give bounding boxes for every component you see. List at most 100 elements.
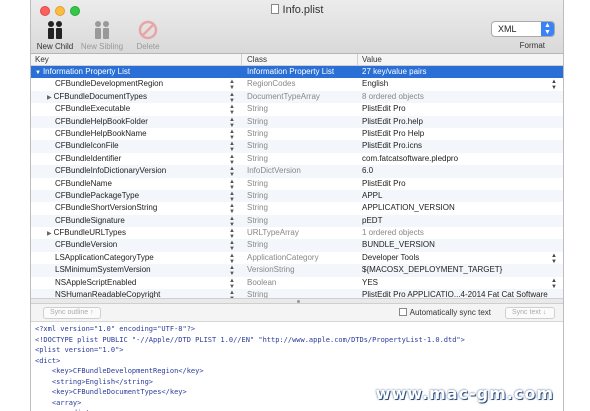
class-stepper-icon[interactable]: ▲▼ bbox=[229, 202, 235, 215]
class-stepper-icon[interactable]: ▲▼ bbox=[229, 178, 235, 191]
row-key[interactable]: ▶ CFBundleDocumentTypes bbox=[35, 91, 235, 104]
column-key-header[interactable]: Key bbox=[35, 55, 49, 64]
table-row[interactable]: CFBundleExecutable ▲ ▼ String PlistEdit Pro bbox=[31, 103, 563, 116]
table-row[interactable]: CFBundleInfoDictionaryVersion ▲ ▼ InfoDictV… bbox=[31, 165, 563, 178]
class-stepper-icon[interactable]: ▲▼ bbox=[229, 78, 235, 91]
row-key[interactable]: ▼ Information Property List bbox=[35, 66, 235, 79]
row-class[interactable]: Boolean bbox=[247, 277, 357, 289]
table-row[interactable]: NSHumanReadableCopyright ▲▼ String PlistEdi… bbox=[31, 289, 563, 298]
table-row[interactable]: CFBundleHelpBookFolder ▲ ▼ String PlistEdit … bbox=[31, 115, 563, 129]
table-row[interactable]: CFBundleShortVersionString ▲ ▼ String APPLIC… bbox=[31, 202, 563, 215]
table-row[interactable]: ▼ Information Property List Information Pr… bbox=[31, 66, 563, 79]
class-stepper-icon[interactable]: ▲▼ bbox=[229, 91, 235, 104]
disclosure-open-icon[interactable]: ▼ bbox=[35, 70, 41, 76]
auto-sync-checkbox[interactable]: Automatically sync text bbox=[398, 308, 491, 317]
new-sibling-button[interactable]: New Sibling bbox=[78, 20, 126, 51]
row-value[interactable]: PlistEdit Pro APPLICATIO...4-2014 Fat Ca… bbox=[362, 289, 562, 298]
row-class[interactable]: URLTypeArray bbox=[247, 227, 357, 239]
row-key[interactable]: CFBundleSignature bbox=[35, 215, 235, 227]
row-class[interactable]: RegionCodes bbox=[247, 78, 357, 90]
value-popup-icon[interactable]: ▲ ▼ bbox=[551, 252, 557, 265]
table-row[interactable]: LSMinimumSystemVersion ▲ ▼ VersionString ${M… bbox=[31, 264, 563, 277]
row-value[interactable]: com.fatcatsoftware.pledpro bbox=[362, 153, 562, 165]
class-stepper-icon[interactable]: ▲▼ bbox=[229, 103, 235, 116]
row-key[interactable]: CFBundleVersion bbox=[35, 239, 235, 251]
row-class[interactable]: String bbox=[247, 178, 357, 190]
row-class[interactable]: String bbox=[247, 289, 357, 298]
class-stepper-icon[interactable]: ▲▼ bbox=[229, 128, 235, 141]
table-row[interactable]: CFBundlePackageType ▲ ▼ String APPL bbox=[31, 189, 563, 203]
row-class[interactable]: ApplicationCategory bbox=[247, 252, 357, 264]
row-value[interactable]: 27 key/value pairs bbox=[362, 66, 562, 78]
row-class[interactable]: VersionString bbox=[247, 264, 357, 276]
row-class[interactable]: String bbox=[247, 202, 357, 214]
class-stepper-icon[interactable]: ▲▼ bbox=[229, 116, 235, 129]
row-value[interactable]: ${MACOSX_DEPLOYMENT_TARGET} bbox=[362, 264, 562, 276]
row-key[interactable]: ▶ CFBundleURLTypes bbox=[35, 227, 235, 240]
class-stepper-icon[interactable]: ▲▼ bbox=[229, 190, 235, 203]
row-value[interactable]: PlistEdit Pro.icns bbox=[362, 140, 562, 152]
row-class[interactable]: String bbox=[247, 103, 357, 115]
class-stepper-icon[interactable]: ▲▼ bbox=[229, 140, 235, 153]
row-value[interactable]: pEDT bbox=[362, 215, 562, 227]
column-value-header[interactable]: Value bbox=[362, 55, 382, 64]
class-stepper-icon[interactable]: ▲▼ bbox=[229, 227, 235, 240]
row-key[interactable]: CFBundleName bbox=[35, 178, 235, 190]
row-key[interactable]: CFBundleIdentifier bbox=[35, 153, 235, 165]
disclosure-closed-icon[interactable]: ▶ bbox=[47, 231, 52, 237]
table-row[interactable]: CFBundleIconFile ▲ ▼ String PlistEdit Pro.ic… bbox=[31, 140, 563, 153]
sync-text-button[interactable]: Sync text ↓ bbox=[505, 307, 555, 319]
row-class[interactable]: String bbox=[247, 215, 357, 227]
delete-button[interactable]: Delete bbox=[126, 20, 170, 51]
row-value[interactable]: PlistEdit Pro bbox=[362, 103, 562, 115]
row-class[interactable]: String bbox=[247, 140, 357, 152]
row-value[interactable]: APPLICATION_VERSION bbox=[362, 202, 562, 214]
row-class[interactable]: String bbox=[247, 116, 357, 128]
row-value[interactable]: 1 ordered objects bbox=[362, 227, 562, 239]
value-popup-icon[interactable]: ▲ ▼ bbox=[551, 78, 557, 91]
row-key[interactable]: CFBundleInfoDictionaryVersion bbox=[35, 165, 235, 177]
row-value[interactable]: 8 ordered objects bbox=[362, 91, 562, 103]
table-row[interactable]: NSAppleScriptEnabled ▲ ▼ Boolean YES ▲ ▼ bbox=[31, 277, 563, 290]
row-key[interactable]: CFBundlePackageType bbox=[35, 190, 235, 202]
row-value[interactable]: PlistEdit Pro Help bbox=[362, 128, 562, 140]
row-value[interactable]: BUNDLE_VERSION bbox=[362, 239, 562, 251]
class-stepper-icon[interactable]: ▲▼ bbox=[229, 153, 235, 166]
row-value[interactable]: APPL bbox=[362, 190, 562, 202]
row-key[interactable]: NSHumanReadableCopyright bbox=[35, 289, 235, 298]
row-key[interactable]: CFBundleHelpBookName bbox=[35, 128, 235, 140]
table-row[interactable]: ▶ CFBundleURLTypes ▲ ▼ URLTypeArray 1 ordered… bbox=[31, 227, 563, 240]
class-stepper-icon[interactable]: ▲▼ bbox=[229, 277, 235, 290]
sync-outline-button[interactable]: Sync outline ↑ bbox=[43, 307, 101, 319]
new-child-button[interactable]: New Child bbox=[33, 20, 77, 51]
column-divider[interactable] bbox=[357, 54, 358, 66]
row-key[interactable]: CFBundleShortVersionString bbox=[35, 202, 235, 214]
row-class[interactable]: Information Property List bbox=[247, 66, 357, 78]
class-stepper-icon[interactable]: ▲▼ bbox=[229, 264, 235, 277]
table-row[interactable]: CFBundleDevelopmentRegion ▲ ▼ RegionCodes En… bbox=[31, 78, 563, 91]
column-divider[interactable] bbox=[241, 54, 242, 66]
disclosure-closed-icon[interactable]: ▶ bbox=[47, 95, 52, 101]
row-class[interactable]: DocumentTypeArray bbox=[247, 91, 357, 103]
row-value[interactable]: Developer Tools bbox=[362, 252, 562, 264]
column-class-header[interactable]: Class bbox=[247, 55, 267, 64]
table-row[interactable]: LSApplicationCategoryType ▲ ▼ ApplicationCa… bbox=[31, 252, 563, 265]
class-stepper-icon[interactable]: ▲▼ bbox=[229, 165, 235, 178]
row-key[interactable]: CFBundleIconFile bbox=[35, 140, 235, 152]
class-stepper-icon[interactable]: ▲▼ bbox=[229, 239, 235, 252]
class-stepper-icon[interactable]: ▲▼ bbox=[229, 215, 235, 228]
row-value[interactable]: 6.0 bbox=[362, 165, 562, 177]
class-stepper-icon[interactable]: ▲▼ bbox=[229, 252, 235, 265]
format-select[interactable]: XML ▲ ▼ bbox=[491, 21, 555, 37]
row-class[interactable]: InfoDictVersion bbox=[247, 165, 357, 177]
row-key[interactable]: LSApplicationCategoryType bbox=[35, 252, 235, 264]
row-class[interactable]: String bbox=[247, 239, 357, 251]
row-class[interactable]: String bbox=[247, 153, 357, 165]
table-row[interactable]: CFBundleIdentifier ▲ ▼ String com.fatcatsoft… bbox=[31, 153, 563, 166]
row-value[interactable]: PlistEdit Pro.help bbox=[362, 116, 562, 128]
row-value[interactable]: English bbox=[362, 78, 562, 90]
row-key[interactable]: NSAppleScriptEnabled bbox=[35, 277, 235, 289]
row-value[interactable]: YES bbox=[362, 277, 562, 289]
table-row[interactable]: ▶ CFBundleDocumentTypes ▲ ▼ DocumentTypeArra… bbox=[31, 90, 563, 104]
row-key[interactable]: CFBundleHelpBookFolder bbox=[35, 116, 235, 128]
